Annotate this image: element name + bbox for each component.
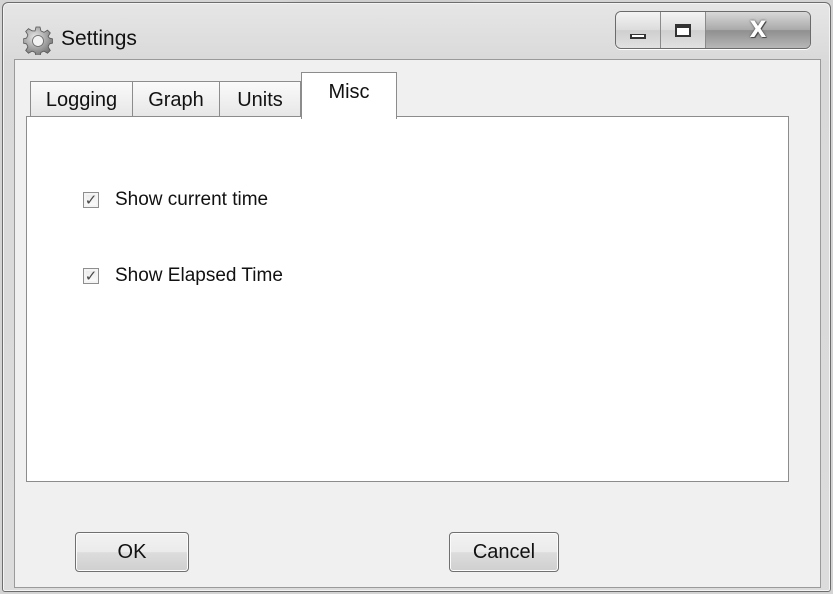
tab-label: Logging bbox=[45, 88, 118, 111]
checkmark-icon: ✓ bbox=[84, 267, 98, 285]
cancel-button-label: Cancel bbox=[472, 540, 536, 563]
tab-label: Graph bbox=[148, 88, 204, 111]
caption-buttons: X bbox=[615, 11, 811, 49]
checkmark-icon: ✓ bbox=[84, 191, 98, 209]
show-current-time-option[interactable]: ✓ Show current time bbox=[83, 189, 268, 211]
tab-graph[interactable]: Graph bbox=[132, 81, 220, 118]
show-elapsed-time-label: Show Elapsed Time bbox=[115, 265, 283, 286]
tab-logging[interactable]: Logging bbox=[30, 81, 133, 118]
show-current-time-checkbox[interactable]: ✓ bbox=[83, 192, 99, 208]
maximize-icon bbox=[675, 23, 691, 37]
close-icon: X bbox=[749, 17, 767, 43]
window-title: Settings bbox=[61, 27, 137, 50]
cancel-button[interactable]: Cancel bbox=[449, 532, 559, 572]
dialog-client-area: Logging Graph Units Misc ✓ Show current … bbox=[14, 59, 821, 588]
show-current-time-label: Show current time bbox=[115, 189, 269, 210]
ok-button[interactable]: OK bbox=[75, 532, 189, 572]
minimize-button[interactable] bbox=[616, 12, 661, 48]
gear-icon bbox=[23, 26, 53, 55]
title-bar[interactable]: Settings X bbox=[3, 3, 830, 59]
show-elapsed-time-option[interactable]: ✓ Show Elapsed Time bbox=[83, 265, 283, 287]
ok-button-label: OK bbox=[117, 540, 147, 563]
settings-window: Settings X Logging Graph Units Misc ✓ Sh… bbox=[2, 2, 831, 592]
misc-tab-panel: ✓ Show current time ✓ Show Elapsed Time bbox=[26, 116, 789, 482]
tab-units[interactable]: Units bbox=[219, 81, 301, 118]
show-elapsed-time-checkbox[interactable]: ✓ bbox=[83, 268, 99, 284]
tab-label: Misc bbox=[328, 81, 370, 103]
close-button[interactable]: X bbox=[706, 12, 810, 48]
tab-misc[interactable]: Misc bbox=[301, 72, 397, 119]
minimize-icon bbox=[630, 33, 646, 39]
maximize-button[interactable] bbox=[661, 12, 706, 48]
tab-label: Units bbox=[237, 88, 283, 111]
